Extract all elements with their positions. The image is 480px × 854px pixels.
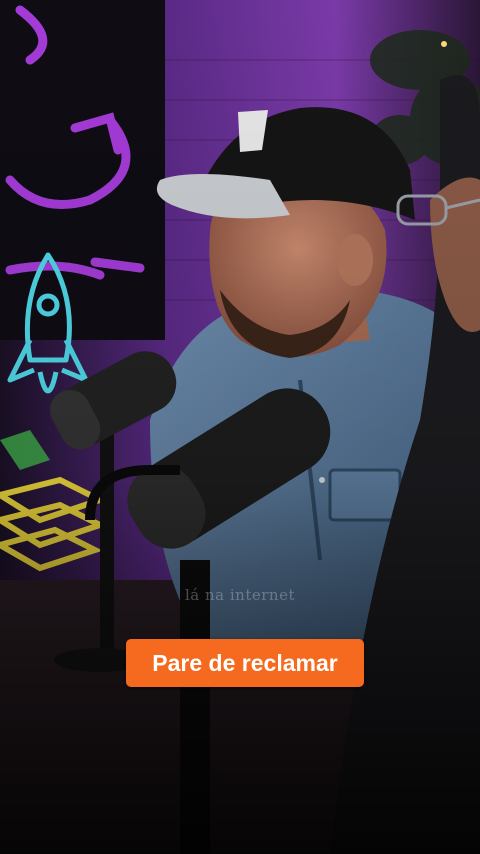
subtitle-caption: Pare de reclamar xyxy=(126,639,364,687)
podcast-video-frame xyxy=(0,0,480,854)
watermark-text: lá na internet xyxy=(185,586,295,604)
